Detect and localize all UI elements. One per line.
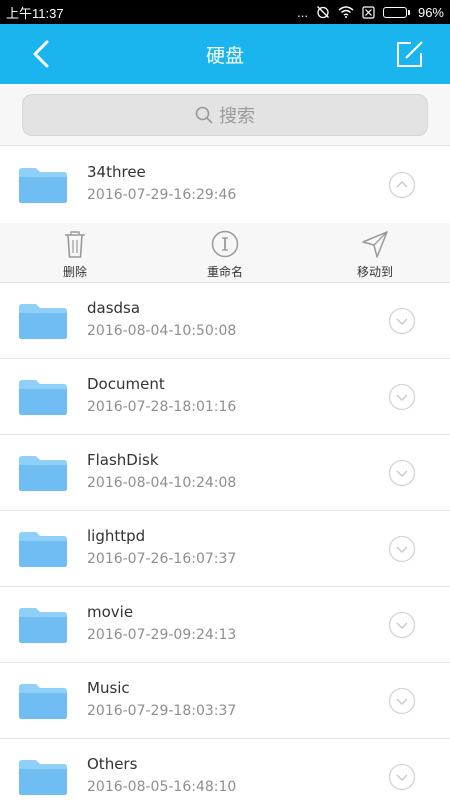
folder-icon: [19, 608, 67, 643]
chevron-down-icon[interactable]: [388, 307, 416, 335]
file-date: 2016-07-26-16:07:37: [87, 551, 237, 567]
delete-button[interactable]: 删除: [35, 229, 115, 280]
rename-label: 重命名: [206, 265, 243, 279]
file-name: FlashDisk: [87, 451, 159, 469]
file-name: lighttpd: [87, 527, 146, 545]
file-name: Others: [87, 755, 138, 773]
sim-off-icon: [362, 5, 375, 19]
delete-label: 删除: [62, 265, 87, 279]
file-name: 34three: [87, 163, 146, 181]
folder-icon: [19, 380, 67, 415]
search-icon: [195, 106, 213, 124]
list-item[interactable]: dasdsa 2016-08-04-10:50:08: [0, 283, 450, 359]
folder-icon: [19, 456, 67, 491]
edit-icon: [397, 41, 423, 67]
file-list: 34three 2016-07-29-16:29:46 删除 重命名 移动到 d…: [0, 147, 450, 800]
move-to-button[interactable]: 移动到: [335, 229, 415, 280]
trash-icon: [65, 231, 85, 258]
chevron-left-icon: [33, 40, 49, 68]
folder-icon: [19, 760, 67, 795]
page-title: 硬盘: [205, 44, 244, 67]
list-item[interactable]: Others 2016-08-05-16:48:10: [0, 739, 450, 800]
info-icon: [211, 230, 239, 258]
list-item[interactable]: lighttpd 2016-07-26-16:07:37: [0, 511, 450, 587]
chevron-down-icon[interactable]: [388, 535, 416, 563]
send-icon: [362, 231, 388, 258]
wifi-icon: [338, 6, 354, 18]
search-area: 搜索: [0, 84, 450, 146]
status-icons: ... 96%: [297, 5, 444, 20]
chevron-down-icon[interactable]: [388, 459, 416, 487]
list-item[interactable]: 34three 2016-07-29-16:29:46: [0, 147, 450, 223]
file-date: 2016-08-05-16:48:10: [87, 779, 237, 795]
status-bar: 上午11:37 ... 96%: [0, 0, 450, 24]
action-bar: 删除 重命名 移动到: [0, 223, 450, 283]
file-name: Music: [87, 679, 130, 697]
folder-icon: [19, 532, 67, 567]
app-bar: 硬盘: [0, 24, 450, 84]
alarm-off-icon: [316, 5, 330, 19]
search-placeholder: 搜索: [219, 106, 255, 127]
file-date: 2016-07-29-16:29:46: [87, 187, 237, 203]
move-to-label: 移动到: [356, 265, 393, 279]
folder-icon: [19, 304, 67, 339]
chevron-down-icon[interactable]: [388, 383, 416, 411]
file-date: 2016-07-29-09:24:13: [87, 627, 237, 643]
file-date: 2016-07-28-18:01:16: [87, 399, 237, 415]
file-date: 2016-08-04-10:24:08: [87, 475, 237, 491]
list-item[interactable]: Document 2016-07-28-18:01:16: [0, 359, 450, 435]
file-date: 2016-08-04-10:50:08: [87, 323, 237, 339]
folder-icon: [19, 168, 67, 203]
list-item[interactable]: movie 2016-07-29-09:24:13: [0, 587, 450, 663]
chevron-up-icon[interactable]: [388, 171, 416, 199]
chevron-down-icon[interactable]: [388, 763, 416, 791]
back-button[interactable]: [26, 38, 56, 70]
folder-icon: [19, 684, 67, 719]
file-name: movie: [87, 603, 134, 621]
status-time: 上午11:37: [6, 5, 64, 21]
file-name: dasdsa: [87, 299, 141, 317]
edit-button[interactable]: [394, 38, 426, 70]
chevron-down-icon[interactable]: [388, 687, 416, 715]
battery-icon: [382, 6, 410, 18]
file-name: Document: [87, 375, 165, 393]
list-item[interactable]: FlashDisk 2016-08-04-10:24:08: [0, 435, 450, 511]
file-date: 2016-07-29-18:03:37: [87, 703, 237, 719]
chevron-down-icon[interactable]: [388, 611, 416, 639]
list-item[interactable]: Music 2016-07-29-18:03:37: [0, 663, 450, 739]
search-input[interactable]: 搜索: [22, 94, 428, 136]
rename-button[interactable]: 重命名: [185, 229, 265, 280]
battery-percent: 96%: [417, 4, 444, 20]
more-dots: ...: [297, 4, 308, 20]
